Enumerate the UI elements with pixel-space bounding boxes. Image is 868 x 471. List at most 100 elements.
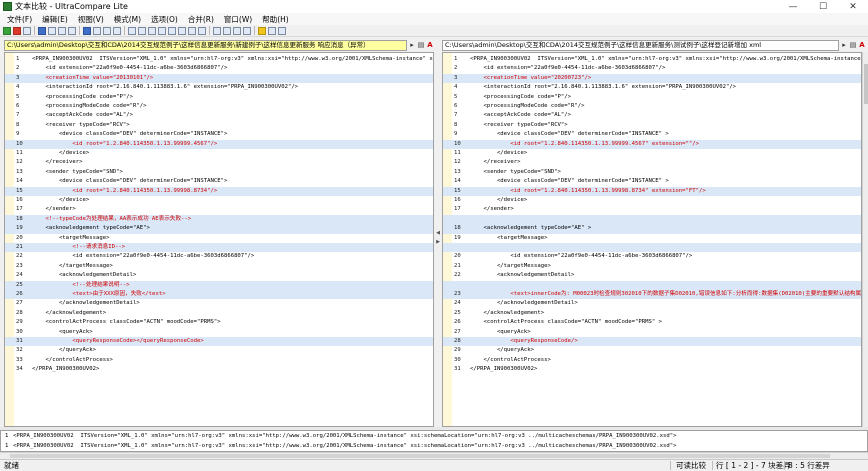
code-line[interactable]: 7 <acceptAckCode code="AL"/> <box>443 111 861 120</box>
code-line[interactable]: 29 <controlActProcess classCode="ACTN" m… <box>5 318 433 327</box>
vertical-scroll-thumb[interactable] <box>864 64 868 104</box>
code-line[interactable]: 25 </acknowledgement> <box>443 309 861 318</box>
code-line[interactable]: 19 <acknowledgement typeCode="AE"> <box>5 224 433 234</box>
left-history-icon[interactable]: ▤ <box>417 40 425 50</box>
code-line[interactable]: 11 </device> <box>5 149 433 158</box>
new-session-icon[interactable] <box>3 26 11 35</box>
code-line[interactable]: 32 </queryAck> <box>5 346 433 355</box>
left-font-icon[interactable]: A <box>426 40 434 50</box>
split-horizontal-icon[interactable] <box>93 26 101 35</box>
merge-left-icon[interactable]: ◀ <box>435 230 441 236</box>
code-line[interactable]: 1 <PRPA_IN900300UV02 ITSVersion="XML_1.0"… <box>5 55 433 64</box>
code-line[interactable]: 17 </sender> <box>443 205 861 214</box>
sync-scroll-icon[interactable] <box>113 26 121 35</box>
code-line[interactable]: 23 </targetMessage> <box>5 262 433 271</box>
code-line[interactable]: 20 <targetMessage> <box>5 234 433 243</box>
code-line[interactable]: 13 <sender typeCode="SND"> <box>443 168 861 177</box>
code-line[interactable]: 24 <acknowledgementDetail> <box>5 271 433 280</box>
code-line[interactable]: 14 <device classCode="DEV" determinerCod… <box>5 177 433 186</box>
code-line[interactable]: 5 <processingCode code="P"/> <box>5 93 433 102</box>
code-line[interactable]: 9 <device classCode="DEV" determinerCode… <box>5 130 433 139</box>
code-line[interactable]: 10 <id root="1.2.840.114350.1.13.99999.4… <box>5 139 433 149</box>
code-line[interactable]: 3 <creationTime value="20200723"/> <box>443 73 861 84</box>
code-line[interactable]: 18 <!--typeCode为处理结果，AA表示成功 AE表示失败--> <box>5 214 433 225</box>
left-browse-icon[interactable]: ▸ <box>408 40 416 50</box>
code-line[interactable]: 11 </device> <box>443 149 861 158</box>
code-line[interactable]: 3 <creationTime value="20130101"/> <box>5 73 433 84</box>
code-line[interactable]: 18 <acknowledgement typeCode="AE" > <box>443 224 861 234</box>
code-line[interactable]: 2 <id extension="22a0f9e0-4454-11dc-a6be… <box>5 64 433 73</box>
code-line[interactable]: 20 <id extension="22a0f9e0-4454-11dc-a6b… <box>443 252 861 261</box>
pane-splitter[interactable]: ◀ ▶ <box>434 52 442 427</box>
line-detail-pane[interactable]: 1 <PRPA_IN900300UV02 ITSVersion="XML_1.0"… <box>0 430 868 452</box>
code-line[interactable] <box>443 280 861 290</box>
code-line[interactable]: 21 </targetMessage> <box>443 262 861 271</box>
code-line[interactable]: 28 </acknowledgement> <box>5 309 433 318</box>
code-line[interactable]: 14 <device classCode="DEV" determinerCod… <box>443 177 861 186</box>
code-line[interactable]: 16 </device> <box>5 196 433 205</box>
word-wrap-icon[interactable] <box>268 26 276 35</box>
code-line[interactable]: 27 <queryAck> <box>443 328 861 337</box>
vertical-scrollbar[interactable] <box>862 52 868 427</box>
paste-icon[interactable] <box>188 26 196 35</box>
code-line[interactable]: 30 <queryAck> <box>5 328 433 337</box>
swap-icon[interactable] <box>103 26 111 35</box>
right-compare-pane[interactable]: 1 <PRPA_IN900300UV02 ITSVersion="XML_1.0"… <box>442 52 862 427</box>
right-file-path-input[interactable]: C:\Users\admin\Desktop\交互和CDA\2014交互规范例子… <box>442 39 839 51</box>
horizontal-scrollbar[interactable] <box>0 452 868 459</box>
last-diff-icon[interactable] <box>243 26 251 35</box>
find-icon[interactable] <box>198 26 206 35</box>
code-line[interactable]: 28 <queryResponseCode/> <box>443 337 861 347</box>
menu-view[interactable]: 视图(V) <box>73 14 109 25</box>
code-line[interactable]: 15 <id root="1.2.840.114350.1.13.99998.8… <box>5 186 433 196</box>
left-compare-pane[interactable]: 1 <PRPA_IN900300UV02 ITSVersion="XML_1.0"… <box>4 52 434 427</box>
code-line[interactable]: 2 <id extension="22a0f9e0-4454-11dc-a6be… <box>443 64 861 73</box>
close-session-icon[interactable] <box>13 26 21 35</box>
right-browse-icon[interactable]: ▸ <box>840 40 848 50</box>
code-line[interactable]: 33 </controlActProcess> <box>5 356 433 365</box>
code-line[interactable]: 30 </controlActProcess> <box>443 356 861 365</box>
menu-edit[interactable]: 编辑(E) <box>37 14 73 25</box>
copy-icon[interactable] <box>178 26 186 35</box>
save-right-icon[interactable] <box>138 26 146 35</box>
code-line[interactable]: 4 <interactionId root="2.16.840.1.113883… <box>443 83 861 92</box>
settings-icon[interactable] <box>278 26 286 35</box>
code-line[interactable]: 22 <acknowledgementDetail> <box>443 271 861 280</box>
split-vertical-icon[interactable] <box>83 26 91 35</box>
save-left-icon[interactable] <box>128 26 136 35</box>
menu-window[interactable]: 窗口(W) <box>219 14 257 25</box>
save-all-icon[interactable] <box>148 26 156 35</box>
code-line[interactable] <box>443 214 861 225</box>
code-line[interactable]: 10 <id root="1.2.840.114350.1.13.99999.4… <box>443 139 861 149</box>
code-line[interactable]: 17 </sender> <box>5 205 433 214</box>
menu-options[interactable]: 选项(O) <box>146 14 183 25</box>
text-mode-icon[interactable] <box>68 26 76 35</box>
code-line[interactable]: 1 <PRPA_IN900300UV02 ITSVersion="XML_1.0"… <box>443 55 861 64</box>
menu-help[interactable]: 帮助(H) <box>257 14 294 25</box>
code-line[interactable]: 31 </PRPA_IN900300UV02> <box>443 365 861 374</box>
recompare-icon[interactable] <box>38 26 46 35</box>
code-line[interactable]: 26 <controlActProcess classCode="ACTN" m… <box>443 318 861 327</box>
code-line[interactable]: 16 </device> <box>443 196 861 205</box>
code-line[interactable]: 15 <id root="1.2.840.114350.1.13.99998.8… <box>443 186 861 196</box>
undo-icon[interactable] <box>158 26 166 35</box>
merge-right-icon[interactable]: ▶ <box>435 239 441 245</box>
filter-icon[interactable] <box>58 26 66 35</box>
code-line[interactable]: 8 <receiver typeCode="RCV"> <box>443 121 861 130</box>
code-line[interactable]: 6 <processingModeCode code="R"/> <box>5 102 433 111</box>
maximize-button[interactable]: ☐ <box>808 0 838 13</box>
close-button[interactable]: ✕ <box>838 0 868 13</box>
menu-mode[interactable]: 模式(M) <box>109 14 146 25</box>
code-line[interactable]: 5 <processingCode code="P"/> <box>443 93 861 102</box>
code-line[interactable]: 24 </acknowledgementDetail> <box>443 299 861 308</box>
code-line[interactable]: 34 </PRPA_IN900300UV02> <box>5 365 433 374</box>
code-line[interactable]: 13 <sender typeCode="SND"> <box>5 168 433 177</box>
code-line[interactable]: 9 <device classCode="DEV" determinerCode… <box>443 130 861 139</box>
horizontal-scroll-thumb[interactable] <box>10 454 830 458</box>
code-line[interactable]: 8 <receiver typeCode="RCV"> <box>5 121 433 130</box>
minimize-button[interactable]: — <box>778 0 808 13</box>
code-line[interactable]: 29 </queryAck> <box>443 346 861 355</box>
next-diff-icon[interactable] <box>233 26 241 35</box>
code-line[interactable]: 12 </receiver> <box>5 158 433 167</box>
prev-diff-icon[interactable] <box>223 26 231 35</box>
